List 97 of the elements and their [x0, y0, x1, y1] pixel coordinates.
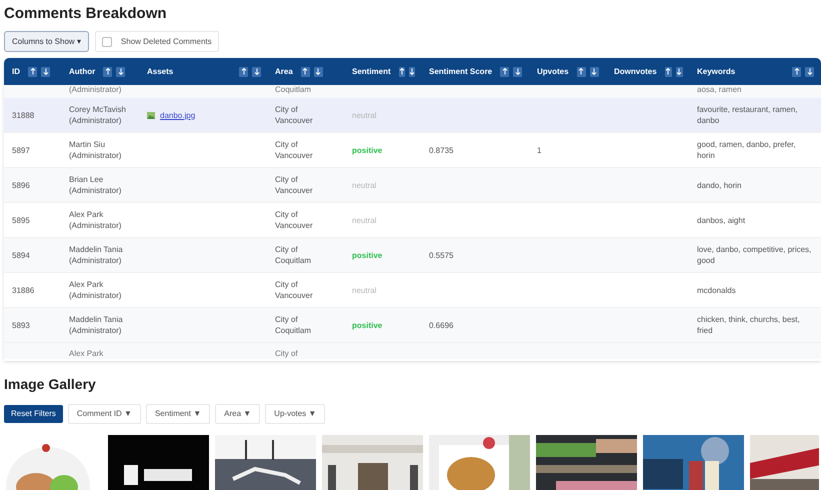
table-cell-text: (Administrator) — [69, 255, 122, 266]
section-title: Comments Breakdown — [4, 4, 167, 24]
table-cell-text: (Administrator) — [69, 220, 122, 231]
sort-ascending-button[interactable] — [398, 66, 405, 76]
table-cell-text: (Administrator) — [69, 290, 122, 301]
sort-ascending-button[interactable] — [576, 66, 586, 76]
table-cell: aosa, ramen — [697, 85, 742, 94]
sort-descending-button[interactable] — [590, 66, 599, 76]
filter-dropdown[interactable]: Comment ID ▼ — [68, 404, 141, 424]
table-row[interactable]: 5895 Alex Park (Administrator) City of Vancouver neutral danbos, aight — [4, 203, 821, 238]
sort-descending-button[interactable] — [41, 66, 50, 76]
table-cell: love, danbo, competitive, prices, good — [697, 245, 812, 265]
filter-dropdown[interactable]: Up-votes ▼ — [265, 404, 326, 424]
sentiment-label: positive — [352, 250, 382, 260]
checkbox[interactable] — [102, 36, 112, 46]
column-header[interactable]: Keywords — [697, 66, 736, 78]
table-row[interactable]: 5897 Martin Siu (Administrator) City of Vancouver positive 0.8735 1 good, ramen, danbo, prefer, horin — [4, 133, 821, 168]
sort-ascending-button[interactable] — [239, 66, 248, 76]
table-row[interactable]: 5896 Brian Lee (Administrator) City of Vancouver neutral dando, horin — [4, 168, 821, 203]
show-deleted-toggle[interactable]: Show Deleted Comments — [94, 31, 219, 52]
table-cell: 5896 — [12, 180, 30, 190]
column-header[interactable]: Sentiment Score — [429, 66, 492, 78]
columns-dropdown[interactable]: Columns to Show ▾ — [4, 31, 89, 52]
sort-descending-button[interactable] — [676, 66, 683, 76]
table-cell-text: Martin Siu — [69, 139, 106, 150]
table-cell-text: (Administrator) — [69, 150, 122, 161]
table-cell-text: (Administrator) — [69, 185, 122, 196]
table-cell: City of Coquitlam — [275, 315, 312, 335]
sort-descending-button[interactable] — [252, 66, 261, 76]
table-cell: City of Vancouver — [275, 140, 313, 160]
table-cell: (Administrator) — [69, 85, 122, 94]
table-cell: chicken, think, churchs, best, fried — [697, 315, 800, 335]
table-cell-text: Corey McTavish — [69, 104, 127, 115]
sentiment-label: positive — [352, 146, 382, 154]
sentiment-label: neutral — [352, 216, 376, 224]
table-cell: good, ramen, danbo, prefer, horin — [697, 140, 796, 160]
sort-ascending-button[interactable] — [664, 66, 672, 76]
table-row[interactable]: 31886 Alex Park (Administrator) City of Vancouver neutral mcdonalds — [4, 273, 821, 308]
table-cell: 5893 — [12, 320, 30, 330]
sentiment-label: neutral — [352, 180, 376, 190]
table-cell: 5895 — [12, 216, 30, 224]
sentiment-label: positive — [352, 320, 382, 330]
sort-descending-button[interactable] — [408, 66, 415, 76]
table-row[interactable]: 31888 Corey McTavish (Administrator) danbo.jpg City of Vancouver neutral favourite, restaurant, ramen, danbo — [4, 98, 821, 133]
sort-descending-button[interactable] — [314, 66, 323, 76]
filter-dropdown[interactable]: Sentiment ▼ — [146, 404, 210, 424]
table-cell: City of Vancouver — [275, 210, 313, 230]
table-cell: dando, horin — [697, 180, 742, 190]
sort-ascending-button[interactable] — [792, 66, 801, 76]
sentiment-label: neutral — [352, 110, 376, 120]
sort-ascending-button[interactable] — [28, 66, 37, 76]
table-cell-text: Brian Lee — [69, 174, 104, 185]
table-cell: 31886 — [12, 286, 34, 294]
column-header[interactable]: Downvotes — [614, 66, 657, 78]
section-title: Image Gallery — [4, 375, 96, 393]
table-cell: 0.8735 — [429, 146, 454, 154]
table-cell-text: Alex Park — [69, 279, 104, 290]
table-cell: mcdonalds — [697, 286, 736, 294]
column-header[interactable]: Sentiment — [352, 66, 391, 78]
table-cell: City of Vancouver — [275, 280, 313, 300]
table-cell: 1 — [537, 146, 542, 154]
sort-descending-button[interactable] — [116, 66, 126, 76]
table-cell-text: Maddelin Tania — [69, 244, 124, 255]
table-cell: Coquitlam — [275, 85, 312, 94]
image-file-icon — [147, 112, 155, 118]
table-row[interactable]: 5894 Maddelin Tania (Administrator) City of Coquitlam positive 0.5575 love, danbo, competitive, prices, good — [4, 238, 821, 273]
table-cell-text: (Administrator) — [69, 115, 122, 126]
sort-ascending-button[interactable] — [300, 66, 310, 76]
table-cell: favourite, restaurant, ramen, danbo — [697, 105, 798, 125]
table-cell: 0.5575 — [429, 250, 454, 260]
table-cell: City of Vancouver — [275, 175, 313, 195]
table-cell-text: (Administrator) — [69, 325, 122, 336]
column-header[interactable]: ID — [12, 66, 20, 78]
column-header[interactable]: Upvotes — [537, 66, 569, 78]
table-cell: 0.6696 — [429, 320, 454, 330]
table-cell-text: Alex Park — [69, 209, 104, 220]
table-cell: danbos, aight — [697, 216, 746, 224]
sort-ascending-button[interactable] — [500, 66, 510, 76]
table-cell: Alex Park — [69, 349, 104, 358]
column-header[interactable]: Author — [69, 66, 96, 78]
table-cell: 5894 — [12, 250, 30, 260]
filter-dropdown[interactable]: Area ▼ — [215, 404, 260, 424]
sort-ascending-button[interactable] — [103, 66, 112, 76]
file-link[interactable]: danbo.jpg — [160, 110, 196, 120]
reset-filters-button[interactable]: Reset Filters — [4, 405, 63, 423]
sort-descending-button[interactable] — [513, 66, 522, 76]
table-cell: 5897 — [12, 146, 30, 154]
column-header[interactable]: Assets — [147, 66, 174, 78]
table-row[interactable]: 5893 Maddelin Tania (Administrator) City of Coquitlam positive 0.6696 chicken, think, churchs, best, fried — [4, 308, 821, 343]
table-cell-text: Maddelin Tania — [69, 314, 124, 325]
table-cell: 31888 — [12, 110, 34, 120]
table-cell: City of — [275, 349, 298, 358]
sort-descending-button[interactable] — [805, 66, 814, 76]
table-cell: City of Coquitlam — [275, 245, 312, 265]
table-cell: City of Vancouver — [275, 105, 313, 125]
sentiment-label: neutral — [352, 286, 376, 294]
column-header[interactable]: Area — [275, 66, 293, 78]
